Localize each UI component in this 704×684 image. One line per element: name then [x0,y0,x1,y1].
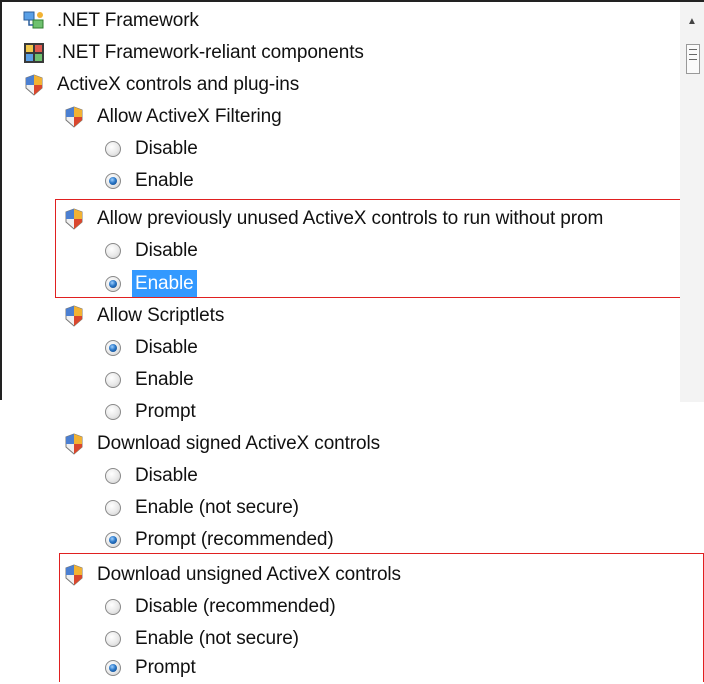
highlight-box-unused-activex [55,199,687,298]
highlight-box-unsigned-activex [59,553,704,682]
option-prompt[interactable]: Prompt [105,396,199,428]
policy-shield-icon [22,73,46,97]
window-top-border [0,0,704,2]
scroll-thumb[interactable] [686,44,700,74]
tree-item-dotnet-framework[interactable]: .NET Framework [22,5,202,37]
option-label: Disable [135,138,198,159]
radio-button[interactable] [105,468,121,484]
setting-allow-scriptlets[interactable]: Allow Scriptlets [62,300,227,332]
option-label: Disable [135,465,198,486]
setting-label: Allow ActiveX Filtering [97,106,282,127]
setting-allow-activex-filtering[interactable]: Allow ActiveX Filtering [62,101,285,133]
option-enable[interactable]: Enable [105,165,197,197]
tree-item-label: .NET Framework-reliant components [57,42,364,63]
radio-button-checked[interactable] [105,340,121,356]
setting-label: Allow Scriptlets [97,305,225,326]
policy-shield-icon [62,304,86,328]
tree-item-activex-controls[interactable]: ActiveX controls and plug-ins [22,69,302,101]
option-enable[interactable]: Enable [105,364,197,396]
policy-shield-icon [62,432,86,456]
radio-button[interactable] [105,500,121,516]
option-label: Enable (not secure) [135,497,299,518]
policy-shield-icon [62,105,86,129]
option-disable[interactable]: Disable [105,332,201,364]
network-framework-icon [22,9,46,33]
setting-label: Download signed ActiveX controls [97,433,381,454]
window-left-border [0,0,2,400]
setting-download-signed-activex[interactable]: Download signed ActiveX controls [62,428,383,460]
radio-button-checked[interactable] [105,532,121,548]
option-label: Prompt [135,401,196,422]
radio-button-checked[interactable] [105,173,121,189]
framework-components-icon [22,41,46,65]
radio-button[interactable] [105,372,121,388]
option-label: Disable [135,337,198,358]
scroll-up-arrow-icon[interactable]: ▲ [680,12,704,32]
option-disable[interactable]: Disable [105,460,201,492]
option-disable[interactable]: Disable [105,133,201,165]
option-label: Enable [135,369,194,390]
option-enable-not-secure[interactable]: Enable (not secure) [105,492,302,524]
radio-button[interactable] [105,404,121,420]
tree-item-label: ActiveX controls and plug-ins [57,74,300,95]
radio-button[interactable] [105,141,121,157]
option-label: Enable [135,170,194,191]
option-prompt-recommended[interactable]: Prompt (recommended) [105,524,337,556]
option-label: Prompt (recommended) [135,529,334,550]
tree-item-dotnet-reliant-components[interactable]: .NET Framework-reliant components [22,37,367,69]
vertical-scrollbar[interactable]: ▲ [680,2,704,402]
tree-item-label: .NET Framework [57,10,199,31]
